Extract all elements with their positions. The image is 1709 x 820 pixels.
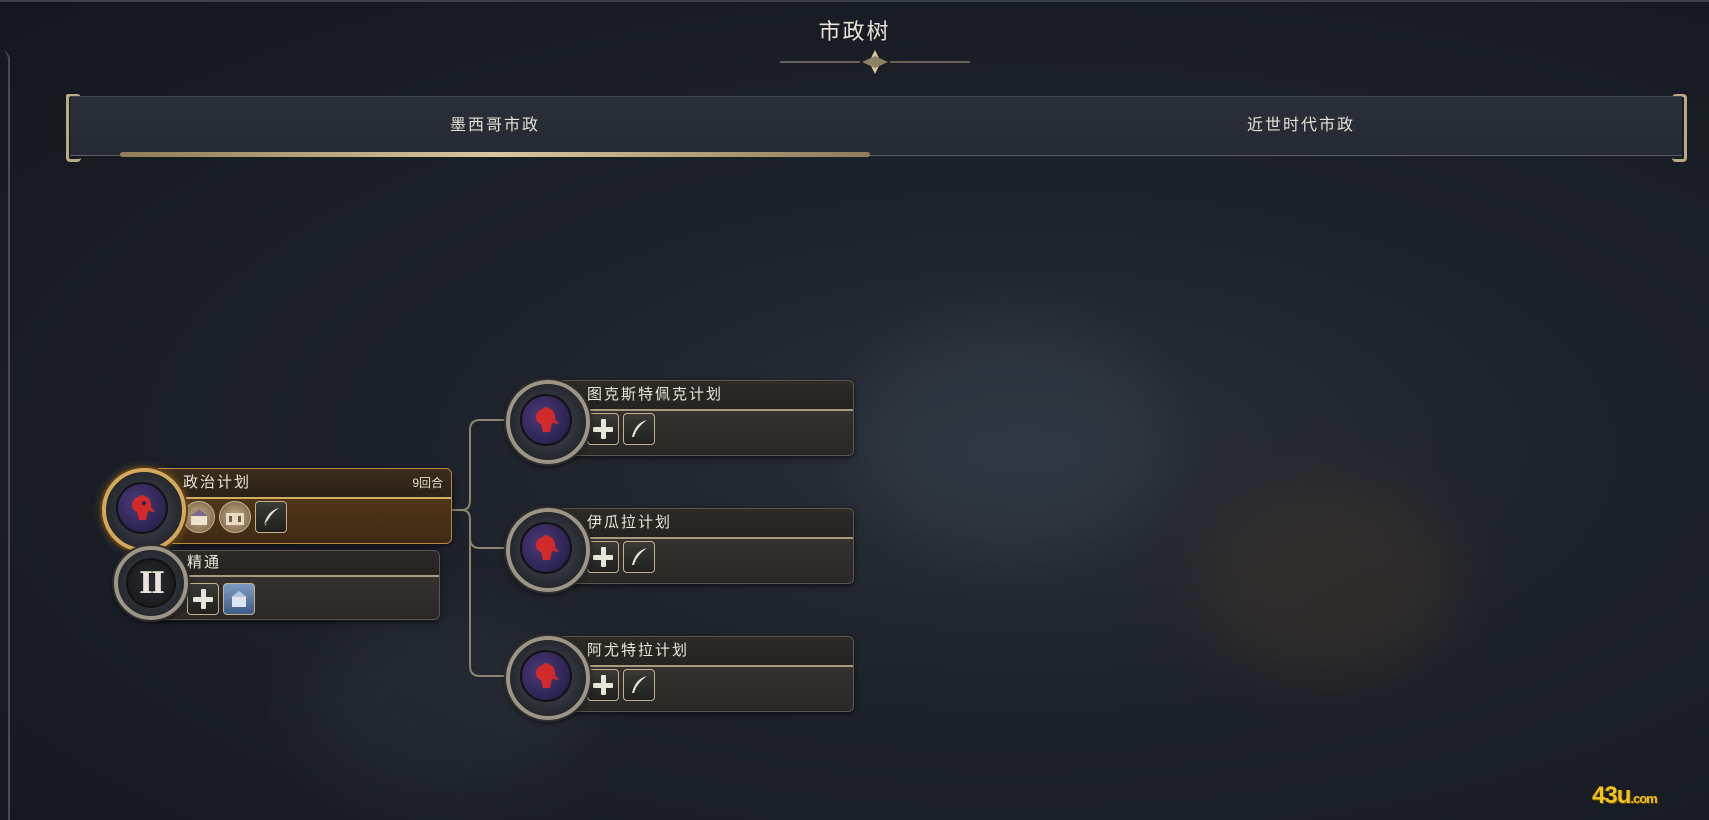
tree-connectors [450,419,512,677]
site-watermark: 43u.com [1592,782,1658,809]
civic-medallion [506,508,590,592]
civic-medallion [506,380,590,464]
plus-icon[interactable] [587,669,619,701]
eagle-emblem-icon [520,522,572,574]
plus-icon[interactable] [187,583,219,615]
civic-medallion [102,468,186,552]
node-card: 政治计划 9回合 [140,468,452,544]
node-card: 图克斯特佩克计划 [546,380,854,456]
building-icon[interactable] [223,583,255,615]
mastery-medallion: II [114,546,188,620]
roman-numeral-badge: II [126,558,176,608]
node-unlocks [587,669,655,701]
node-header: 阿尤特拉计划 [547,637,853,667]
node-header: 精通 [151,551,439,577]
turns-remaining: 9回合 [412,476,443,490]
quill-icon[interactable] [623,541,655,573]
node-title: 伊瓜拉计划 [587,514,673,531]
node-unlocks [183,501,287,533]
plus-icon[interactable] [587,541,619,573]
node-card: 阿尤特拉计划 [546,636,854,712]
eagle-emblem-icon [116,482,168,534]
node-title: 图克斯特佩克计划 [587,386,724,403]
node-title: 政治计划 [183,474,252,491]
node-title: 阿尤特拉计划 [587,642,690,659]
node-header: 图克斯特佩克计划 [547,381,853,411]
node-title: 精通 [187,554,222,571]
node-card: 精通 [150,550,440,620]
quill-icon[interactable] [623,413,655,445]
palace-portrait-icon[interactable] [183,501,215,533]
node-card: 伊瓜拉计划 [546,508,854,584]
node-header: 政治计划 9回合 [141,469,451,499]
mastery-level: II [138,565,165,601]
node-unlocks [587,541,655,573]
quill-icon[interactable] [623,669,655,701]
eagle-emblem-icon [520,650,572,702]
eagle-emblem-icon [520,394,572,446]
quill-icon[interactable] [255,501,287,533]
node-unlocks [187,583,255,615]
plus-icon[interactable] [587,413,619,445]
node-header: 伊瓜拉计划 [547,509,853,539]
civic-medallion [506,636,590,720]
building-portrait-icon[interactable] [219,501,251,533]
node-unlocks [587,413,655,445]
